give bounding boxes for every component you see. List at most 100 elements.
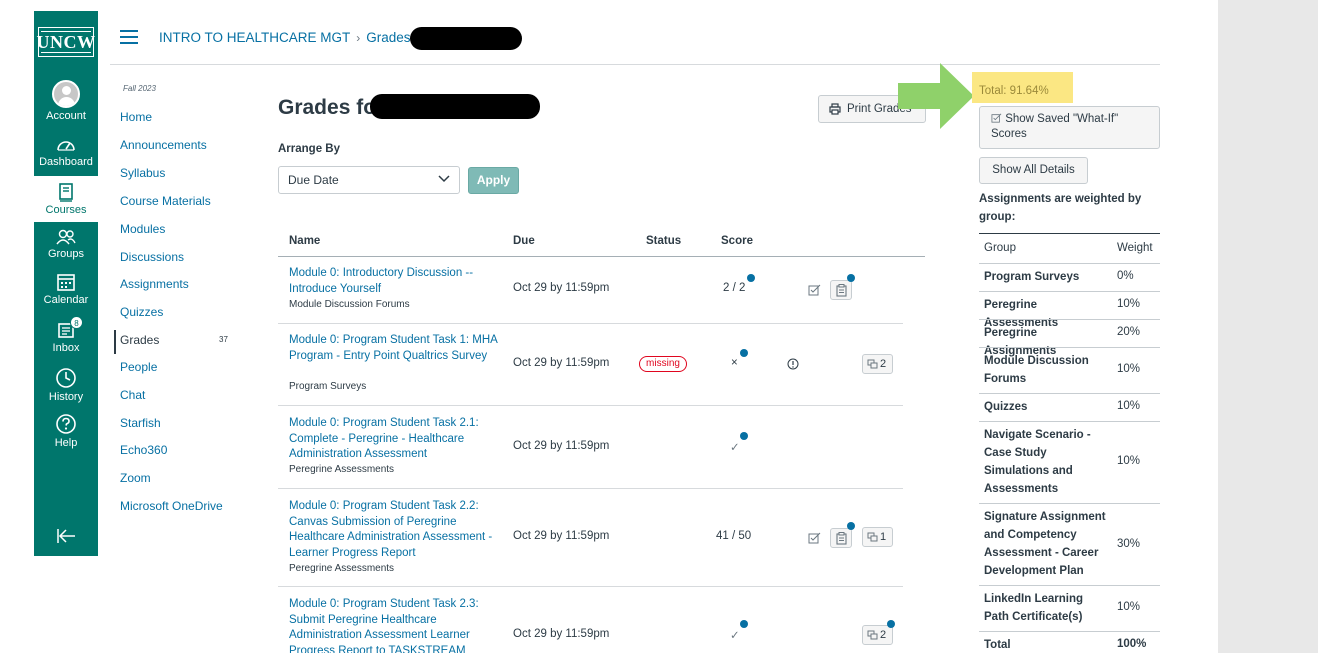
global-nav-courses[interactable]: Courses [34, 176, 98, 222]
global-nav-account[interactable]: Account [34, 80, 98, 122]
clipboard-icon [836, 532, 847, 545]
assignment-link[interactable]: Module 0: Program Student Task 2.3: Subm… [289, 597, 499, 653]
clock-icon [56, 368, 76, 388]
collapse-nav-icon[interactable] [56, 528, 76, 544]
logo-text: UNCW [36, 31, 96, 52]
course-nav-grades[interactable]: Grades [120, 333, 159, 347]
global-nav-history[interactable]: History [34, 367, 98, 403]
term-label: Fall 2023 [123, 84, 156, 93]
green-arrow-annotation [898, 63, 974, 129]
weights-row-divider [979, 263, 1160, 264]
weight-group-name: LinkedIn Learning Path Certificate(s) [984, 593, 1084, 623]
course-nav-microsoft-onedrive[interactable]: Microsoft OneDrive [120, 499, 223, 513]
complete-checkmark: ✓ [730, 630, 740, 642]
weights-row-divider [979, 393, 1160, 394]
course-nav-home[interactable]: Home [120, 110, 152, 124]
course-nav-announcements[interactable]: Announcements [120, 138, 207, 152]
course-nav-echo360[interactable]: Echo360 [120, 443, 167, 457]
page: UNCW Account Dashboard Courses Groups Ca… [0, 0, 1318, 653]
course-nav-quizzes[interactable]: Quizzes [120, 305, 163, 319]
course-nav-people[interactable]: People [120, 360, 157, 374]
assignment-link[interactable]: Module 0: Program Student Task 1: MHA Pr… [289, 333, 499, 364]
redacted-student-name [370, 94, 540, 119]
weights-row-divider [979, 585, 1160, 586]
global-nav-label: Help [54, 437, 78, 449]
uncw-logo[interactable]: UNCW [36, 27, 96, 57]
course-nav-discussions[interactable]: Discussions [120, 250, 184, 264]
assignment-link[interactable]: Module 0: Introductory Discussion -- Int… [289, 266, 499, 297]
weight-group-name: Navigate Scenario - Case Study Simulatio… [984, 429, 1091, 495]
global-nav-label: History [48, 391, 84, 403]
weight-value: 30% [1117, 538, 1141, 550]
assignment-link[interactable]: Module 0: Program Student Task 2.1: Comp… [289, 416, 499, 463]
weights-row-divider [979, 421, 1160, 422]
weight-value: 0% [1117, 270, 1134, 282]
global-nav-dashboard[interactable]: Dashboard [34, 136, 98, 168]
score-value: × [731, 357, 738, 369]
unread-dot [847, 522, 855, 530]
comment-count: 2 [880, 629, 887, 641]
left-gutter [0, 0, 34, 653]
global-nav-label: Inbox [52, 342, 80, 354]
course-nav-modules[interactable]: Modules [120, 222, 165, 236]
global-nav-calendar[interactable]: Calendar [34, 272, 98, 306]
due-date: Oct 29 by 11:59pm [513, 357, 610, 369]
arrange-by-select[interactable]: Due Date [278, 166, 460, 194]
weight-group-name: Program Surveys [984, 271, 1080, 283]
comments-button[interactable]: 2 [862, 625, 893, 645]
unread-dot [740, 620, 748, 628]
course-nav-zoom[interactable]: Zoom [120, 471, 151, 485]
rubric-icon[interactable] [808, 532, 821, 544]
breadcrumb-grades-link[interactable]: Grades [366, 30, 410, 45]
column-header-due[interactable]: Due [513, 235, 535, 247]
comment-icon [867, 630, 878, 640]
course-nav-syllabus[interactable]: Syllabus [120, 166, 165, 180]
weight-value: 10% [1117, 363, 1141, 375]
weights-row-divider [979, 291, 1160, 292]
global-nav-label: Account [46, 110, 86, 122]
weighted-note: Assignments are weighted by group: [979, 193, 1142, 223]
weights-table-top-border [979, 233, 1160, 234]
show-what-if-scores-button[interactable]: Show Saved "What-If" Scores [979, 106, 1160, 149]
course-nav-course-materials[interactable]: Course Materials [120, 194, 211, 208]
breadcrumb-course-link[interactable]: INTRO TO HEALTHCARE MGT [159, 30, 350, 45]
total-grade: Total: 91.64% [979, 85, 1049, 97]
rubric-icon[interactable] [808, 284, 821, 296]
show-all-details-button[interactable]: Show All Details [979, 157, 1088, 184]
breadcrumb-separator: › [356, 31, 361, 45]
comments-button[interactable]: 2 [862, 354, 893, 374]
course-nav-chat[interactable]: Chat [120, 388, 145, 402]
comment-count: 2 [880, 358, 887, 370]
course-nav-assignments[interactable]: Assignments [120, 277, 189, 291]
comments-button[interactable]: 1 [862, 527, 893, 547]
score-value: 41 / 50 [716, 530, 752, 542]
column-header-status[interactable]: Status [646, 235, 681, 247]
submission-details-button[interactable] [830, 280, 852, 300]
row-divider [278, 488, 903, 489]
global-nav-help[interactable]: Help [34, 413, 98, 449]
weights-header-group: Group [984, 242, 1016, 254]
submission-details-button[interactable] [830, 528, 852, 548]
course-menu-toggle[interactable] [120, 30, 138, 44]
global-nav-groups[interactable]: Groups [34, 229, 98, 260]
unread-dot [740, 432, 748, 440]
weights-header-weight: Weight [1117, 242, 1153, 254]
global-nav-inbox[interactable]: 8 Inbox [34, 316, 98, 354]
column-header-score[interactable]: Score [721, 235, 753, 247]
global-nav-label: Calendar [43, 294, 89, 306]
book-icon [59, 183, 73, 202]
help-icon [56, 414, 76, 434]
inbox-unread-badge: 8 [70, 316, 83, 329]
assignment-link[interactable]: Module 0: Program Student Task 2.2: Canv… [289, 499, 499, 562]
breadcrumb: INTRO TO HEALTHCARE MGT › Grades [159, 30, 411, 45]
apply-button[interactable]: Apply [468, 167, 519, 194]
printer-icon [829, 103, 841, 115]
assignment-group: Peregrine Assessments [289, 563, 395, 574]
score-value: 2 / 2 [723, 282, 746, 294]
due-date: Oct 29 by 11:59pm [513, 440, 610, 452]
column-header-name[interactable]: Name [289, 235, 320, 247]
chevron-down-icon [438, 175, 450, 183]
course-nav-starfish[interactable]: Starfish [120, 416, 161, 430]
comment-count: 1 [880, 531, 887, 543]
due-date: Oct 29 by 11:59pm [513, 530, 610, 542]
